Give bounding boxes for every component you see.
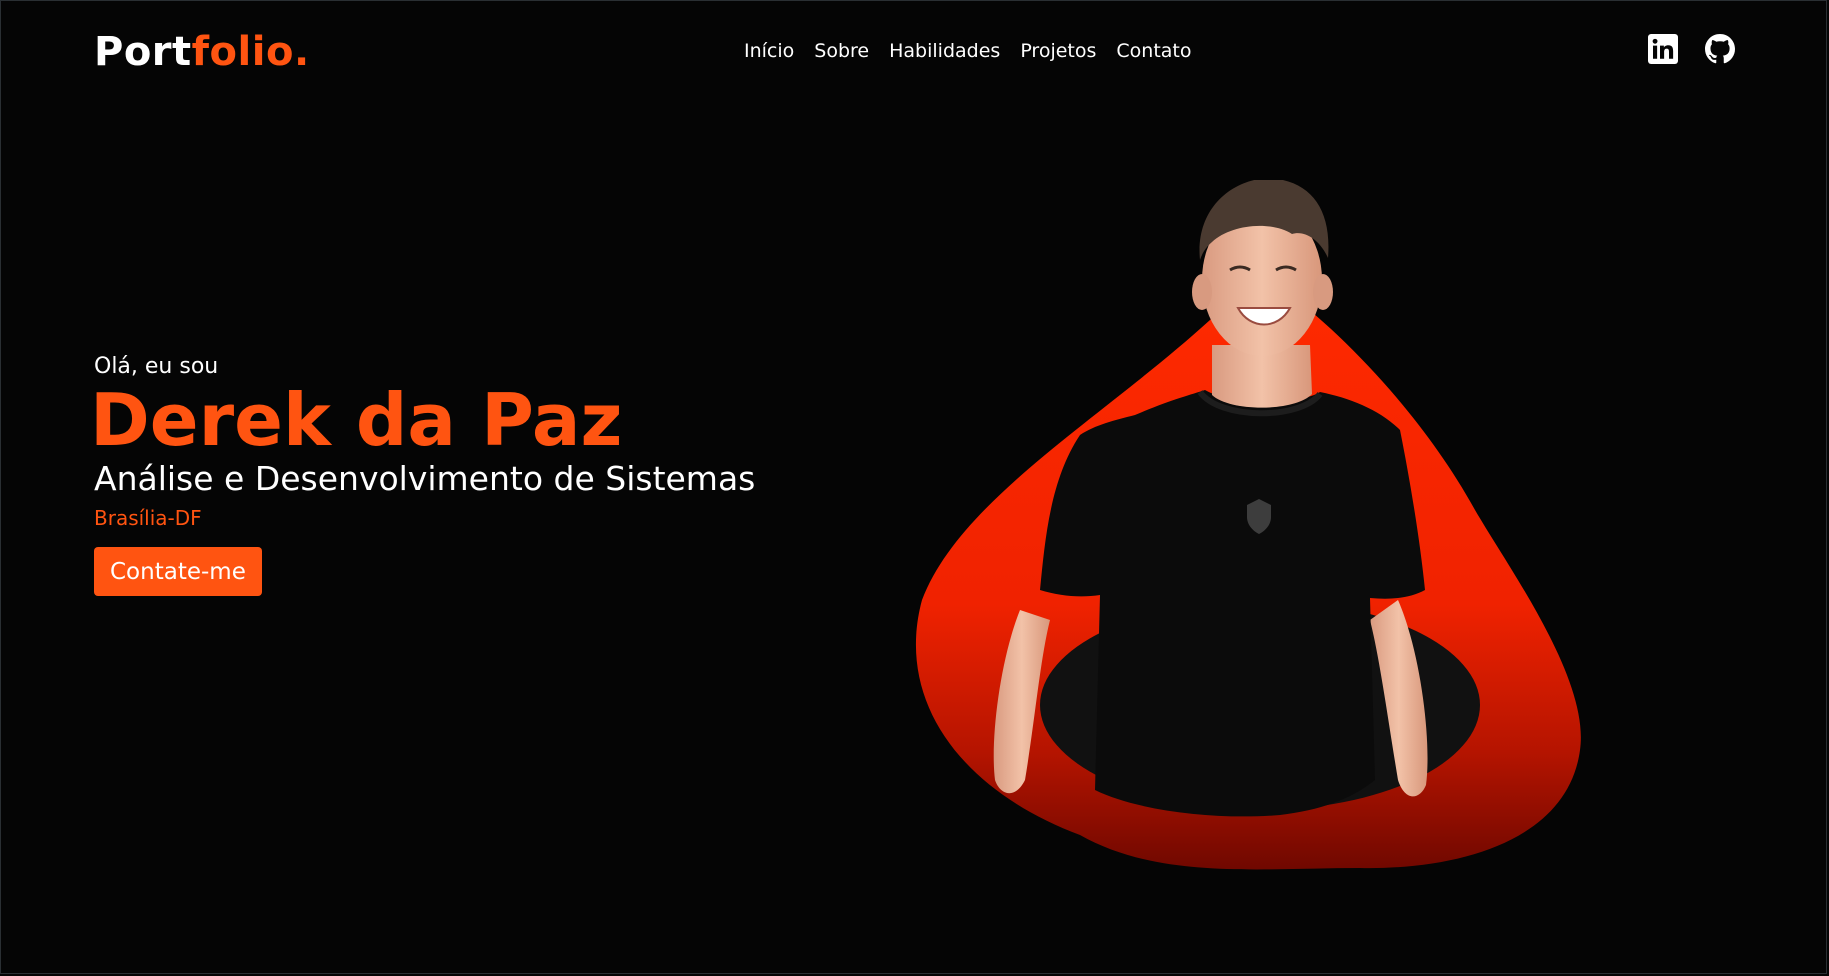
nav-item-inicio[interactable]: Início [744,38,794,64]
hero-role: Análise e Desenvolvimento de Sistemas [94,459,756,498]
hero-portrait [915,180,1581,870]
contact-me-button[interactable]: Contate-me [94,547,262,596]
nav-item-sobre[interactable]: Sobre [814,38,869,64]
nav-item-contato[interactable]: Contato [1116,38,1191,64]
github-icon[interactable] [1705,34,1735,64]
social-links [1648,34,1735,64]
logo-main: Port [94,29,192,75]
hero-intro: Olá, eu sou Derek da Paz Análise e Desen… [90,350,756,596]
nav-item-projetos[interactable]: Projetos [1020,38,1096,64]
logo[interactable]: Portfolio. [94,28,310,76]
nav-item-habilidades[interactable]: Habilidades [889,38,1000,64]
hero-location: Brasília-DF [94,506,202,530]
hero-name: Derek da Paz [90,378,623,462]
logo-accent: folio. [191,29,310,75]
linkedin-icon[interactable] [1648,34,1678,64]
main-nav: Início Sobre Habilidades Projetos Contat… [744,38,1192,64]
